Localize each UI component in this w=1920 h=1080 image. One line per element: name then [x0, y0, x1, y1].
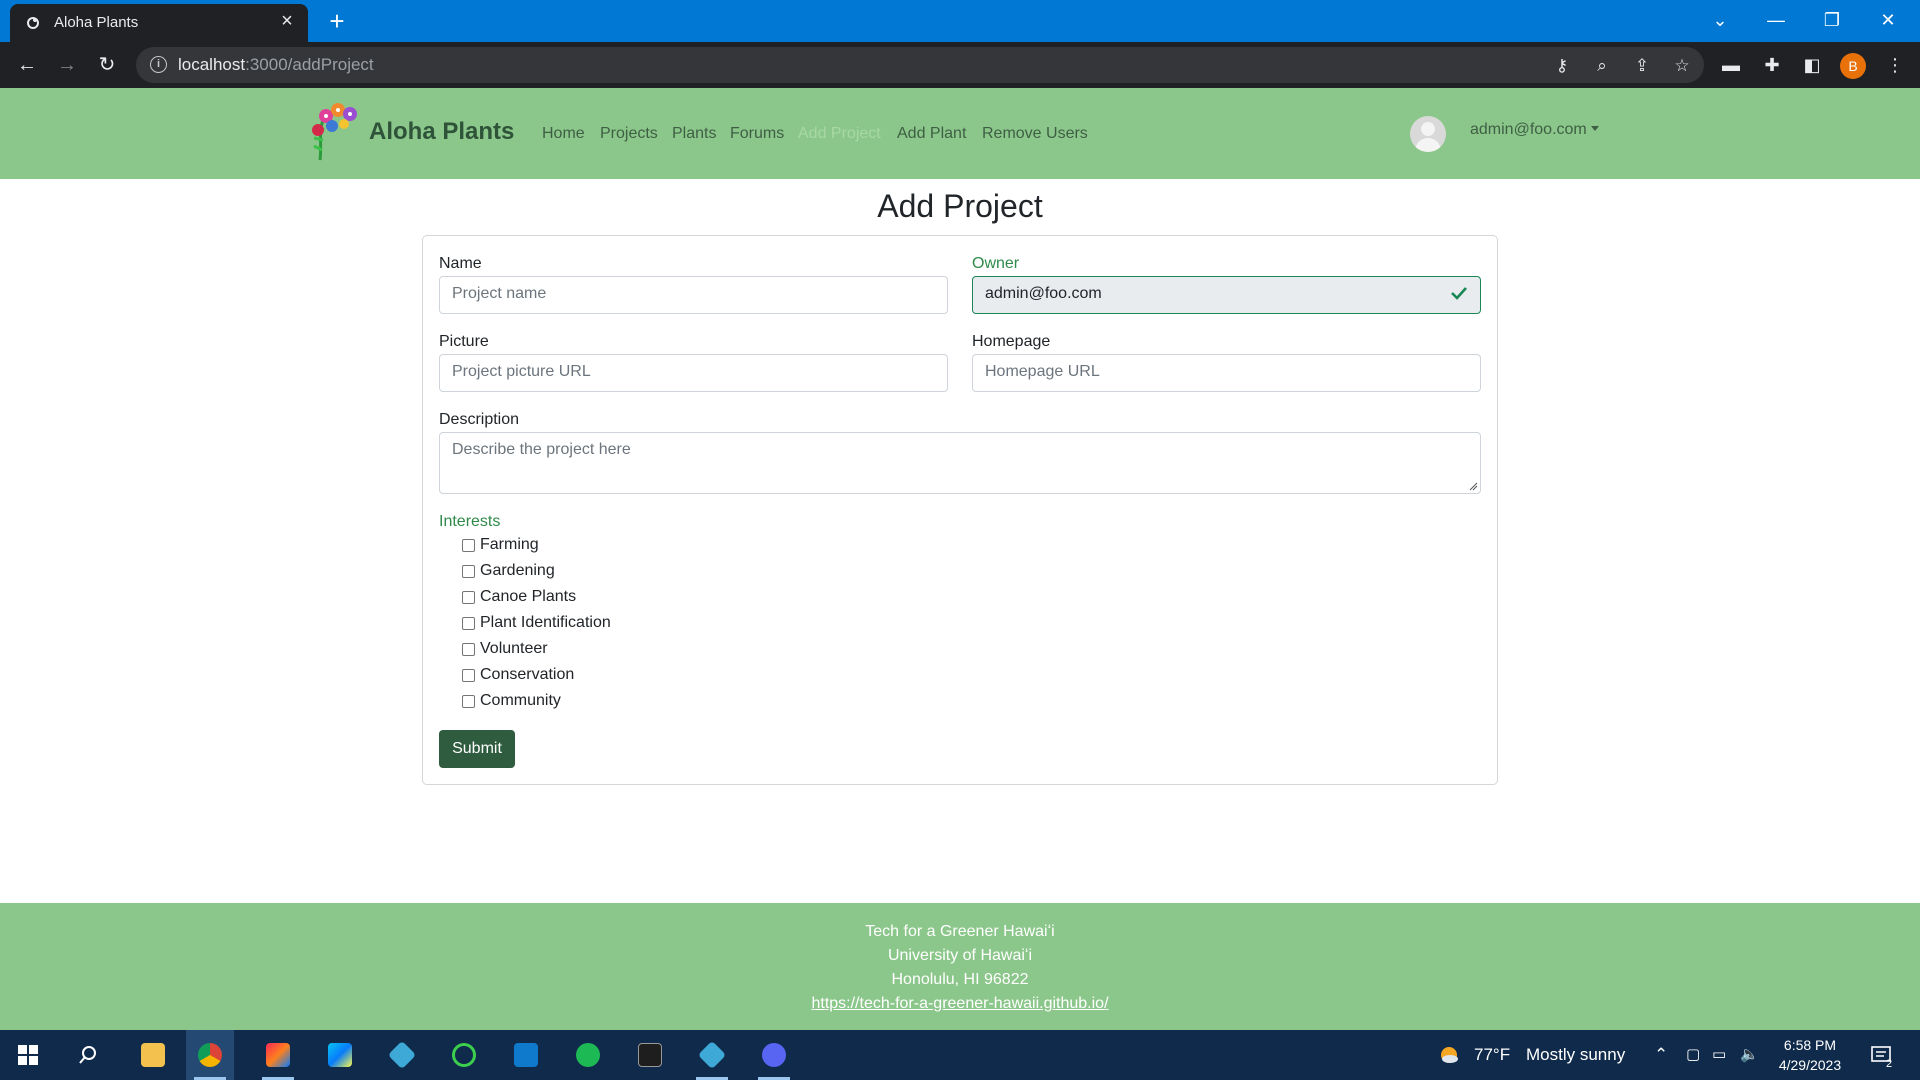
- nav-home[interactable]: Home: [542, 125, 585, 143]
- tray-chevron-up-icon[interactable]: ⌃: [1654, 1045, 1668, 1065]
- volunteer-label: Volunteer: [480, 640, 548, 657]
- browser-tab[interactable]: Aloha Plants ×: [10, 4, 308, 42]
- menu-icon[interactable]: ⋮: [1882, 52, 1908, 78]
- conservation-checkbox[interactable]: [462, 669, 475, 682]
- browser-toolbar: ← → ↻ i localhost:3000/addProject ⚷ ⌕ ⇪ …: [0, 42, 1920, 88]
- farming-label: Farming: [480, 536, 539, 553]
- resize-grip-icon[interactable]: [1468, 481, 1478, 491]
- picture-label: Picture: [439, 333, 489, 350]
- system-clock[interactable]: 6:58 PM 4/29/2023: [1765, 1035, 1855, 1075]
- profile-avatar[interactable]: B: [1840, 53, 1866, 79]
- canoe-plants-checkbox[interactable]: [462, 591, 475, 604]
- aloha-plants-logo-icon: [312, 103, 357, 161]
- description-textarea[interactable]: Describe the project here: [439, 432, 1481, 494]
- tab-close-icon[interactable]: ×: [276, 10, 298, 32]
- extension-icon[interactable]: ▬: [1718, 52, 1744, 78]
- discord-icon[interactable]: [750, 1030, 798, 1080]
- page-title: Add Project: [877, 188, 1043, 224]
- plant-identification-checkbox[interactable]: [462, 617, 475, 630]
- submit-button[interactable]: Submit: [439, 730, 515, 768]
- forward-icon[interactable]: →: [52, 50, 82, 80]
- notification-count: 2: [1886, 1058, 1893, 1070]
- gardening-checkbox[interactable]: [462, 565, 475, 578]
- homepage-input[interactable]: Homepage URL: [972, 354, 1481, 392]
- user-avatar-icon[interactable]: [1410, 116, 1446, 152]
- git-tool-icon[interactable]: [688, 1030, 736, 1080]
- footer-line-1: Tech for a Greener Hawaiʻi: [865, 923, 1055, 940]
- back-icon[interactable]: ←: [12, 50, 42, 80]
- weather-temp[interactable]: 77°F: [1474, 1045, 1510, 1065]
- community-checkbox[interactable]: [462, 695, 475, 708]
- gardening-label: Gardening: [480, 562, 555, 579]
- nav-add-plant[interactable]: Add Plant: [897, 125, 966, 143]
- tab-search-icon[interactable]: ⌄: [1692, 0, 1748, 42]
- user-dropdown[interactable]: admin@foo.com: [1470, 121, 1599, 139]
- conservation-label: Conservation: [480, 666, 575, 683]
- name-input[interactable]: Project name: [439, 276, 948, 314]
- brand-title[interactable]: Aloha Plants: [369, 118, 514, 146]
- weather-sun-icon[interactable]: [1438, 1044, 1460, 1066]
- add-project-form-card: [422, 235, 1498, 785]
- chrome-icon[interactable]: [186, 1030, 234, 1080]
- tab-title: Aloha Plants: [54, 14, 139, 31]
- reload-icon[interactable]: ↻: [92, 50, 122, 80]
- share-icon[interactable]: ⇪: [1630, 55, 1654, 77]
- zoom-icon[interactable]: ⌕: [1590, 55, 1614, 77]
- battery-icon[interactable]: ▭: [1712, 1045, 1726, 1063]
- description-label: Description: [439, 411, 520, 428]
- owner-label: Owner: [972, 255, 1020, 272]
- nav-forums[interactable]: Forums: [730, 125, 784, 143]
- nav-remove-users[interactable]: Remove Users: [982, 125, 1088, 143]
- meet-now-icon[interactable]: ▢: [1686, 1045, 1700, 1063]
- terminal-icon[interactable]: [626, 1030, 674, 1080]
- volume-icon[interactable]: 🔈: [1740, 1045, 1759, 1063]
- weather-text[interactable]: Mostly sunny: [1526, 1045, 1625, 1065]
- picture-input[interactable]: Project picture URL: [439, 354, 948, 392]
- footer-line-2: University of Hawaiʻi: [887, 947, 1033, 964]
- caret-down-icon: [1590, 126, 1599, 131]
- canoe-plants-label: Canoe Plants: [480, 588, 577, 605]
- valid-check-icon: [1451, 287, 1467, 300]
- bookmark-star-icon[interactable]: ☆: [1670, 55, 1694, 77]
- site-navbar: Aloha Plants Home Projects Plants Forums…: [0, 88, 1920, 179]
- intellij-icon[interactable]: [254, 1030, 302, 1080]
- side-panel-icon[interactable]: ◧: [1799, 52, 1825, 78]
- vscode-icon[interactable]: [502, 1030, 550, 1080]
- windows-start-icon[interactable]: [18, 1045, 38, 1065]
- address-bar[interactable]: i localhost:3000/addProject ⚷ ⌕ ⇪ ☆: [136, 47, 1704, 83]
- nav-projects[interactable]: Projects: [600, 125, 658, 143]
- owner-input[interactable]: admin@foo.com: [972, 276, 1481, 314]
- webstorm-icon[interactable]: [316, 1030, 364, 1080]
- site-footer: Tech for a Greener Hawaiʻi University of…: [0, 903, 1920, 1030]
- name-label: Name: [439, 255, 482, 272]
- file-explorer-icon[interactable]: [129, 1030, 177, 1080]
- key-icon[interactable]: ⚷: [1550, 55, 1574, 77]
- new-tab-icon[interactable]: +: [322, 6, 352, 36]
- site-info-icon[interactable]: i: [150, 56, 167, 73]
- nav-add-project[interactable]: Add Project: [798, 125, 881, 143]
- window-close-icon[interactable]: ✕: [1860, 0, 1916, 42]
- volunteer-checkbox[interactable]: [462, 643, 475, 656]
- windows-taskbar: 77°F Mostly sunny ⌃ ▢ ▭ 🔈 6:58 PM 4/29/20…: [0, 1030, 1920, 1080]
- sync-app-icon[interactable]: [440, 1030, 488, 1080]
- git-kraken-icon[interactable]: [378, 1030, 426, 1080]
- plant-identification-label: Plant Identification: [480, 614, 611, 631]
- footer-line-3: Honolulu, HI 96822: [891, 971, 1029, 988]
- url-text[interactable]: localhost:3000/addProject: [178, 55, 374, 75]
- footer-link[interactable]: https://tech-for-a-greener-hawaii.github…: [0, 995, 1920, 1013]
- nav-plants[interactable]: Plants: [672, 125, 716, 143]
- minimize-icon[interactable]: —: [1748, 0, 1804, 42]
- spotify-icon[interactable]: [564, 1030, 612, 1080]
- puzzle-icon[interactable]: ✚: [1759, 52, 1785, 78]
- farming-checkbox[interactable]: [462, 539, 475, 552]
- homepage-label: Homepage: [972, 333, 1051, 350]
- site-favicon-icon: [27, 17, 39, 29]
- interests-label: Interests: [439, 513, 501, 530]
- search-icon[interactable]: [78, 1045, 98, 1065]
- browser-tab-strip: Aloha Plants × + ⌄ — ❐ ✕: [0, 0, 1920, 42]
- restore-icon[interactable]: ❐: [1804, 0, 1860, 42]
- community-label: Community: [480, 692, 561, 709]
